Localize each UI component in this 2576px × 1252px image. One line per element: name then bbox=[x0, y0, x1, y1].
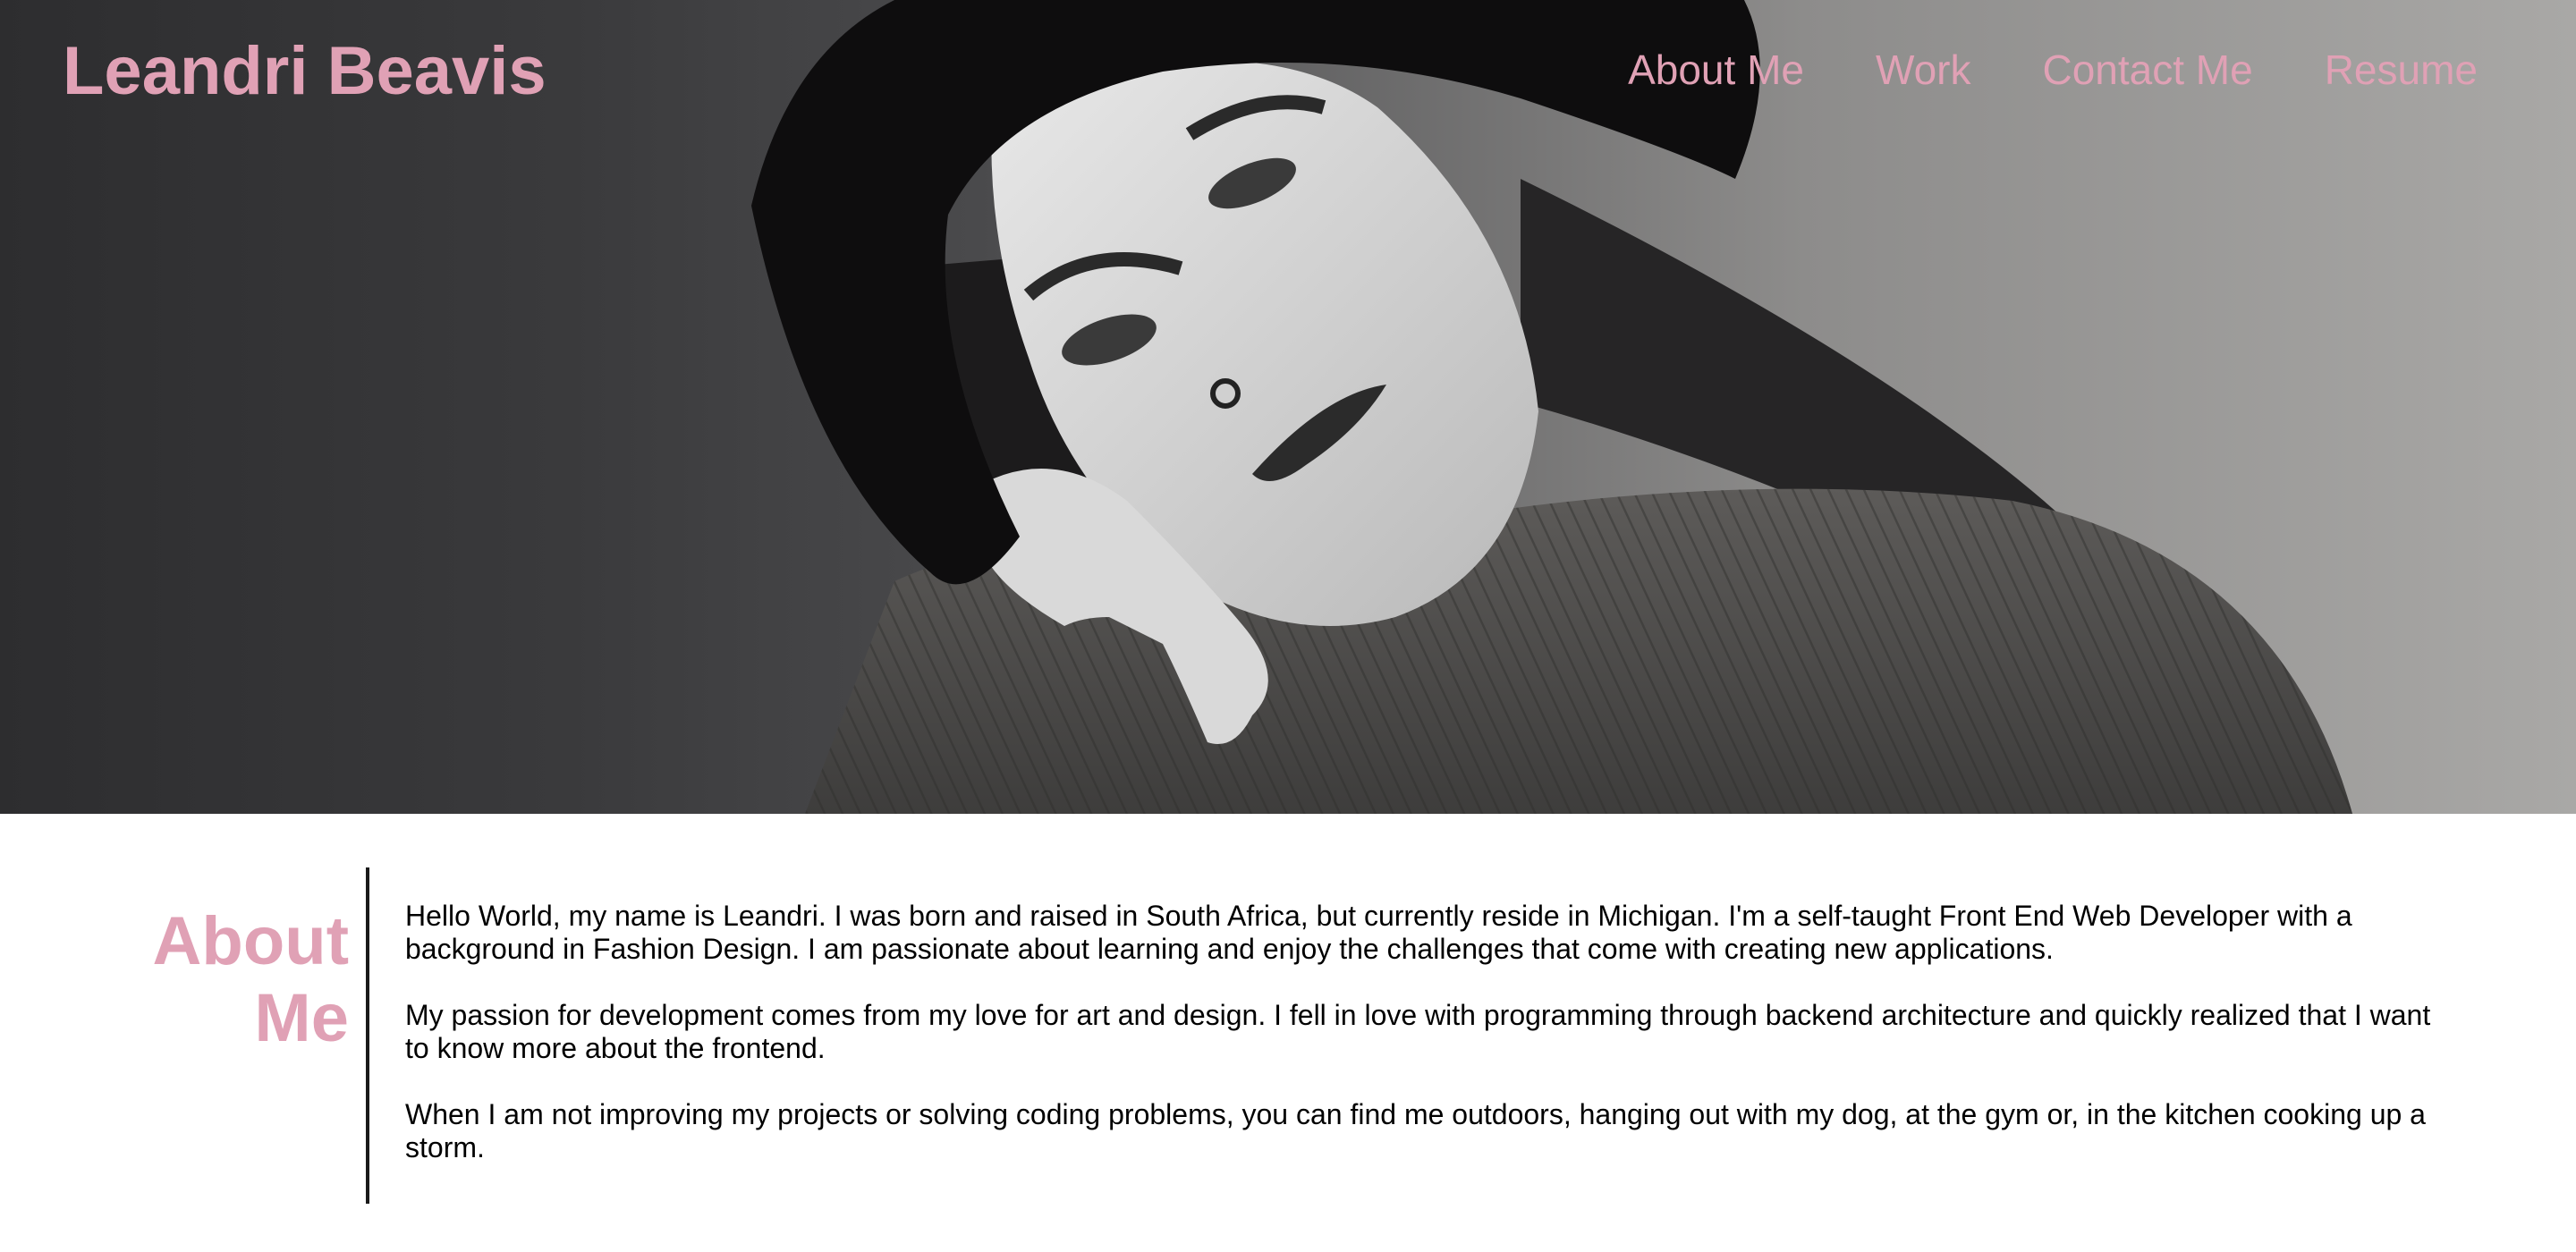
about-paragraph-3: When I am not improving my projects or s… bbox=[405, 1098, 2426, 1163]
about-paragraph-1: Hello World, my name is Leandri. I was b… bbox=[405, 900, 2352, 965]
about-divider bbox=[366, 867, 369, 1204]
hero-portrait-image bbox=[751, 0, 2352, 814]
nav-link-work[interactable]: Work bbox=[1876, 41, 1971, 98]
about-heading: About Me bbox=[152, 903, 349, 1056]
about-paragraph-2: My passion for development comes from my… bbox=[405, 999, 2431, 1064]
about-section: About Me Hello World, my name is Leandri… bbox=[0, 814, 2576, 1252]
nav-link-about-me[interactable]: About Me bbox=[1628, 41, 1804, 98]
about-body: Hello World, my name is Leandri. I was b… bbox=[405, 900, 2445, 1197]
hero-banner: Leandri Beavis About Me Work Contact Me … bbox=[0, 0, 2576, 814]
main-nav: About Me Work Contact Me Resume bbox=[1628, 41, 2478, 98]
nav-link-resume[interactable]: Resume bbox=[2325, 41, 2478, 98]
site-title[interactable]: Leandri Beavis bbox=[63, 27, 547, 116]
nav-link-contact-me[interactable]: Contact Me bbox=[2042, 41, 2252, 98]
